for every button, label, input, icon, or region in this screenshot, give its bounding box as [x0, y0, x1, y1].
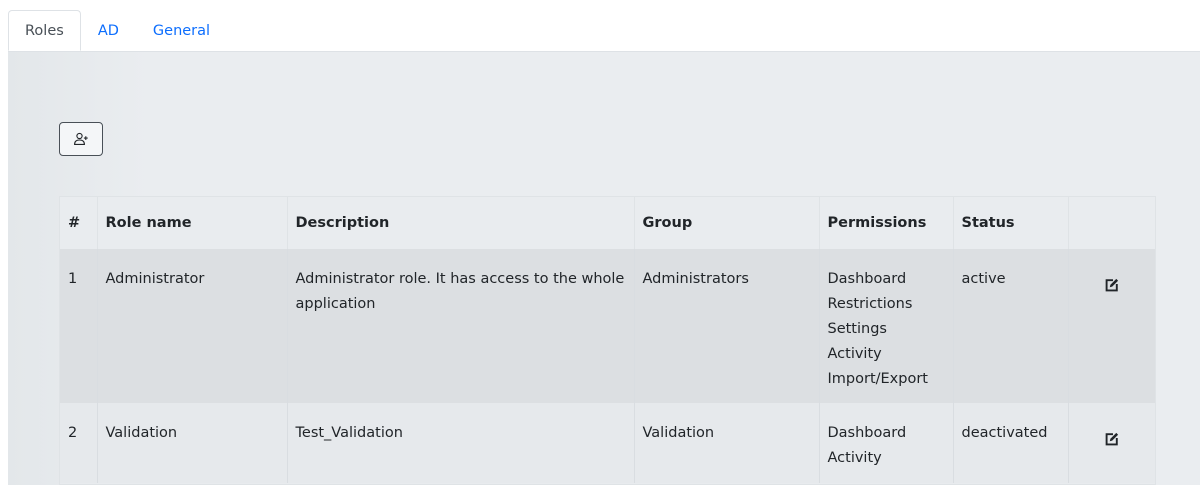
cell-description: Test_Validation [287, 403, 635, 483]
cell-role-name: Administrator [97, 249, 288, 403]
table-row: 2 Validation Test_Validation Validation … [60, 403, 1155, 483]
roles-panel: # Role name Description Group Permission… [8, 51, 1200, 485]
cell-role-name: Validation [97, 403, 288, 483]
permission-item: Restrictions [827, 296, 913, 312]
cell-status: active [953, 249, 1069, 403]
tab-roles[interactable]: Roles [8, 10, 81, 51]
cell-index: 1 [60, 249, 98, 403]
cell-description: Administrator role. It has access to the… [287, 249, 635, 403]
cell-group: Administrators [634, 249, 820, 403]
cell-actions [1068, 249, 1155, 403]
tab-general[interactable]: General [136, 10, 227, 51]
col-header-role-name: Role name [97, 197, 288, 249]
tab-ad[interactable]: AD [81, 10, 136, 51]
edit-role-button[interactable] [1105, 430, 1119, 455]
tab-bar: Roles AD General [8, 10, 227, 51]
col-header-permissions: Permissions [819, 197, 954, 249]
col-header-index: # [60, 197, 98, 249]
edit-role-button[interactable] [1105, 276, 1119, 301]
edit-icon [1105, 432, 1118, 446]
col-header-description: Description [287, 197, 635, 249]
permission-item: Dashboard [827, 425, 907, 441]
table-row: 1 Administrator Administrator role. It h… [60, 249, 1155, 403]
cell-permissions: Dashboard Restrictions Settings Activity… [819, 249, 954, 403]
cell-permissions: Dashboard Activity [819, 403, 954, 483]
permission-item: Dashboard [827, 271, 907, 287]
cell-actions [1068, 403, 1155, 483]
table-header-row: # Role name Description Group Permission… [60, 197, 1155, 249]
edit-icon [1105, 278, 1118, 292]
permission-item: Import/Export [827, 371, 928, 387]
col-header-group: Group [634, 197, 820, 249]
permission-item: Activity [827, 450, 882, 466]
col-header-status: Status [953, 197, 1069, 249]
col-header-actions [1068, 197, 1155, 249]
permission-item: Settings [827, 321, 887, 337]
cell-index: 2 [60, 403, 98, 483]
add-role-button[interactable] [59, 122, 103, 156]
cell-group: Validation [634, 403, 820, 483]
person-plus-icon [74, 132, 88, 145]
roles-table: # Role name Description Group Permission… [59, 196, 1156, 485]
cell-status: deactivated [953, 403, 1069, 483]
permission-item: Activity [827, 346, 882, 362]
